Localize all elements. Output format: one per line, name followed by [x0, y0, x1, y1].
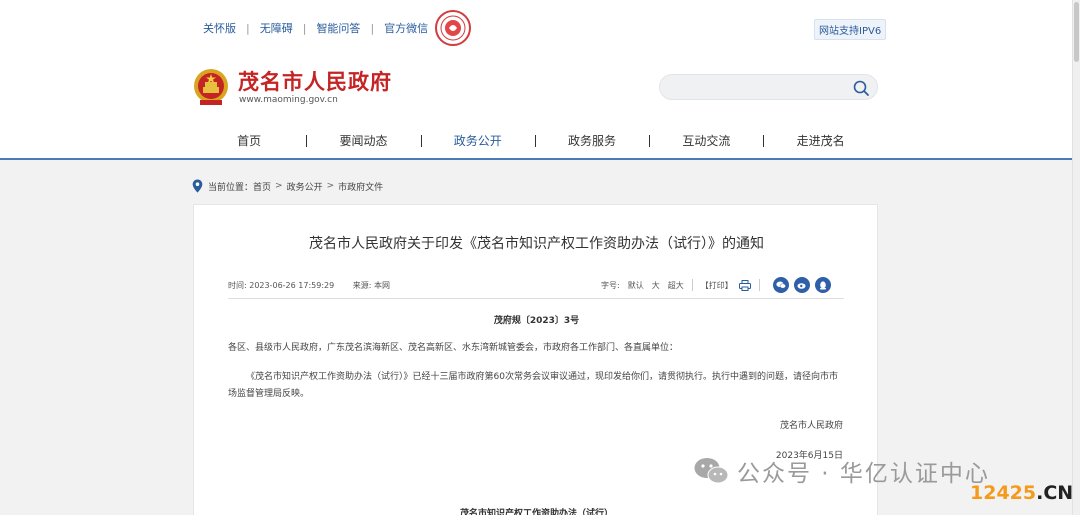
wechat-watermark: 公众号 · 华亿认证中心	[693, 454, 990, 488]
top-link-accessibility[interactable]: 无障碍	[260, 20, 293, 36]
site-url: www.maoming.gov.cn	[239, 95, 338, 105]
document-number: 茂府规〔2023〕3号	[493, 316, 580, 326]
site-name: 茂名市人民政府	[238, 69, 392, 94]
wechat-icon	[694, 458, 729, 484]
top-link-wechat[interactable]: 官方微信	[384, 20, 428, 36]
share-wechat-icon[interactable]	[772, 277, 789, 293]
font-size-large[interactable]: 大	[652, 280, 660, 291]
qq-glyph-icon	[819, 280, 826, 289]
page-scrollbar[interactable]	[1072, 0, 1080, 515]
site-watermark: 12425.CN	[970, 482, 1073, 504]
top-link-care[interactable]: 关怀版	[203, 20, 236, 36]
breadcrumb-separator: >	[326, 181, 335, 191]
top-link-separator: |	[370, 21, 375, 35]
share-qq-icon[interactable]	[814, 277, 831, 293]
breadcrumb-home[interactable]: 首页	[253, 180, 271, 193]
font-size-xlarge[interactable]: 超大	[668, 280, 684, 291]
article-signature: 茂名市人民政府	[779, 421, 843, 431]
nav-item-gov-services[interactable]: 政务服务	[534, 130, 649, 152]
article-meta: 时间: 2023-06-26 17:59:29 来源: 本网	[228, 280, 390, 291]
national-emblem-icon	[194, 69, 228, 105]
share-weibo-icon[interactable]	[793, 277, 810, 293]
article-title: 茂名市人民政府关于印发《茂名市知识产权工作资助办法（试行）》的通知	[309, 236, 764, 252]
article-source: 来源: 本网	[352, 281, 390, 290]
watermark-text: 公众号 · 华亿认证中心	[737, 461, 990, 487]
main-nav: 首页 要闻动态 政务公开 政务服务 互动交流 走进茂名	[192, 130, 878, 152]
site-watermark-suffix: .CN	[1036, 482, 1074, 504]
nav-item-about-maoming[interactable]: 走进茂名	[763, 130, 877, 152]
site-header: 关怀版 | 无障碍 | 智能问答 | 官方微信 网站支持IPV6 茂名市人民政府…	[0, 0, 1072, 160]
breadcrumb-label: 当前位置：	[208, 182, 254, 193]
scrollbar-thumb[interactable]	[1074, 2, 1079, 62]
attachment-title: 茂名市知识产权工作资助办法（试行）	[459, 509, 613, 515]
search-icon[interactable]	[852, 79, 870, 97]
top-link-smart-qa[interactable]: 智能问答	[316, 20, 360, 36]
weibo-glyph-icon	[797, 283, 806, 289]
nav-item-home[interactable]: 首页	[192, 130, 306, 152]
nav-item-interaction[interactable]: 互动交流	[649, 130, 763, 152]
site-watermark-number: 12425	[970, 482, 1037, 504]
nav-item-news[interactable]: 要闻动态	[306, 130, 420, 152]
party-emblem-icon-graphic	[440, 15, 466, 41]
font-size-default[interactable]: 默认	[628, 280, 644, 291]
printer-icon[interactable]	[738, 279, 751, 291]
search-input[interactable]	[672, 79, 842, 96]
print-link[interactable]: 【打印】	[701, 280, 733, 291]
article-body: 《茂名市知识产权工作资助办法（试行）》已经十三届市政府第60次常务会议审议通过，…	[228, 372, 838, 399]
tools-divider	[691, 279, 693, 291]
tools-divider	[758, 279, 760, 291]
breadcrumb-separator: >	[275, 181, 283, 191]
wechat-glyph-icon	[776, 281, 786, 289]
top-link-separator: |	[302, 21, 307, 35]
article-recipients: 各区、县级市人民政府，广东茂名滨海新区、茂名高新区、水东湾新城管委会，市政府各工…	[228, 343, 679, 353]
location-pin-icon	[192, 179, 203, 193]
meta-divider	[228, 298, 844, 299]
party-emblem-icon[interactable]	[435, 10, 471, 46]
font-size-label: 字号:	[601, 280, 620, 290]
breadcrumb-gov-affairs-open[interactable]: 政务公开	[287, 180, 323, 193]
nav-item-gov-affairs-open[interactable]: 政务公开	[420, 130, 535, 152]
breadcrumb-city-gov-docs[interactable]: 市政府文件	[338, 180, 383, 193]
article-time: 时间: 2023-06-26 17:59:29	[228, 281, 335, 290]
breadcrumb: 当前位置： 首页 > 政务公开 > 市政府文件	[192, 179, 383, 193]
ipv6-badge: 网站支持IPV6	[814, 19, 887, 40]
article-tools: 字号: 默认 大 超大 【打印】	[601, 277, 831, 293]
top-link-separator: |	[246, 21, 250, 35]
top-links: 关怀版 | 无障碍 | 智能问答 | 官方微信	[203, 20, 428, 36]
search-box	[659, 74, 878, 100]
